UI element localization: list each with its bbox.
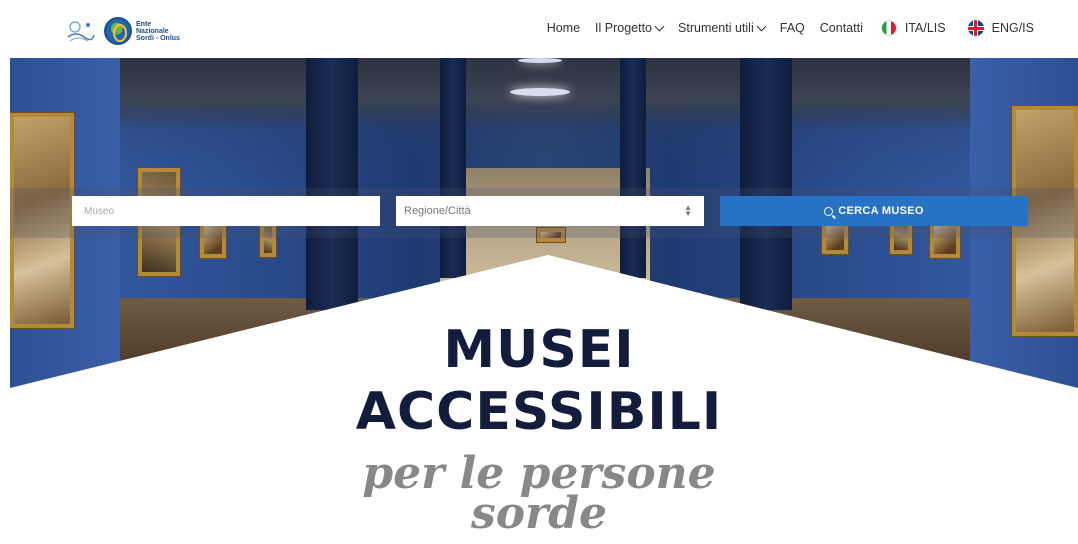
title-line-1: MUSEI <box>443 320 635 380</box>
title-line-2: ACCESSIBILI <box>355 382 723 442</box>
subtitle-line-2: sorde <box>470 488 608 539</box>
